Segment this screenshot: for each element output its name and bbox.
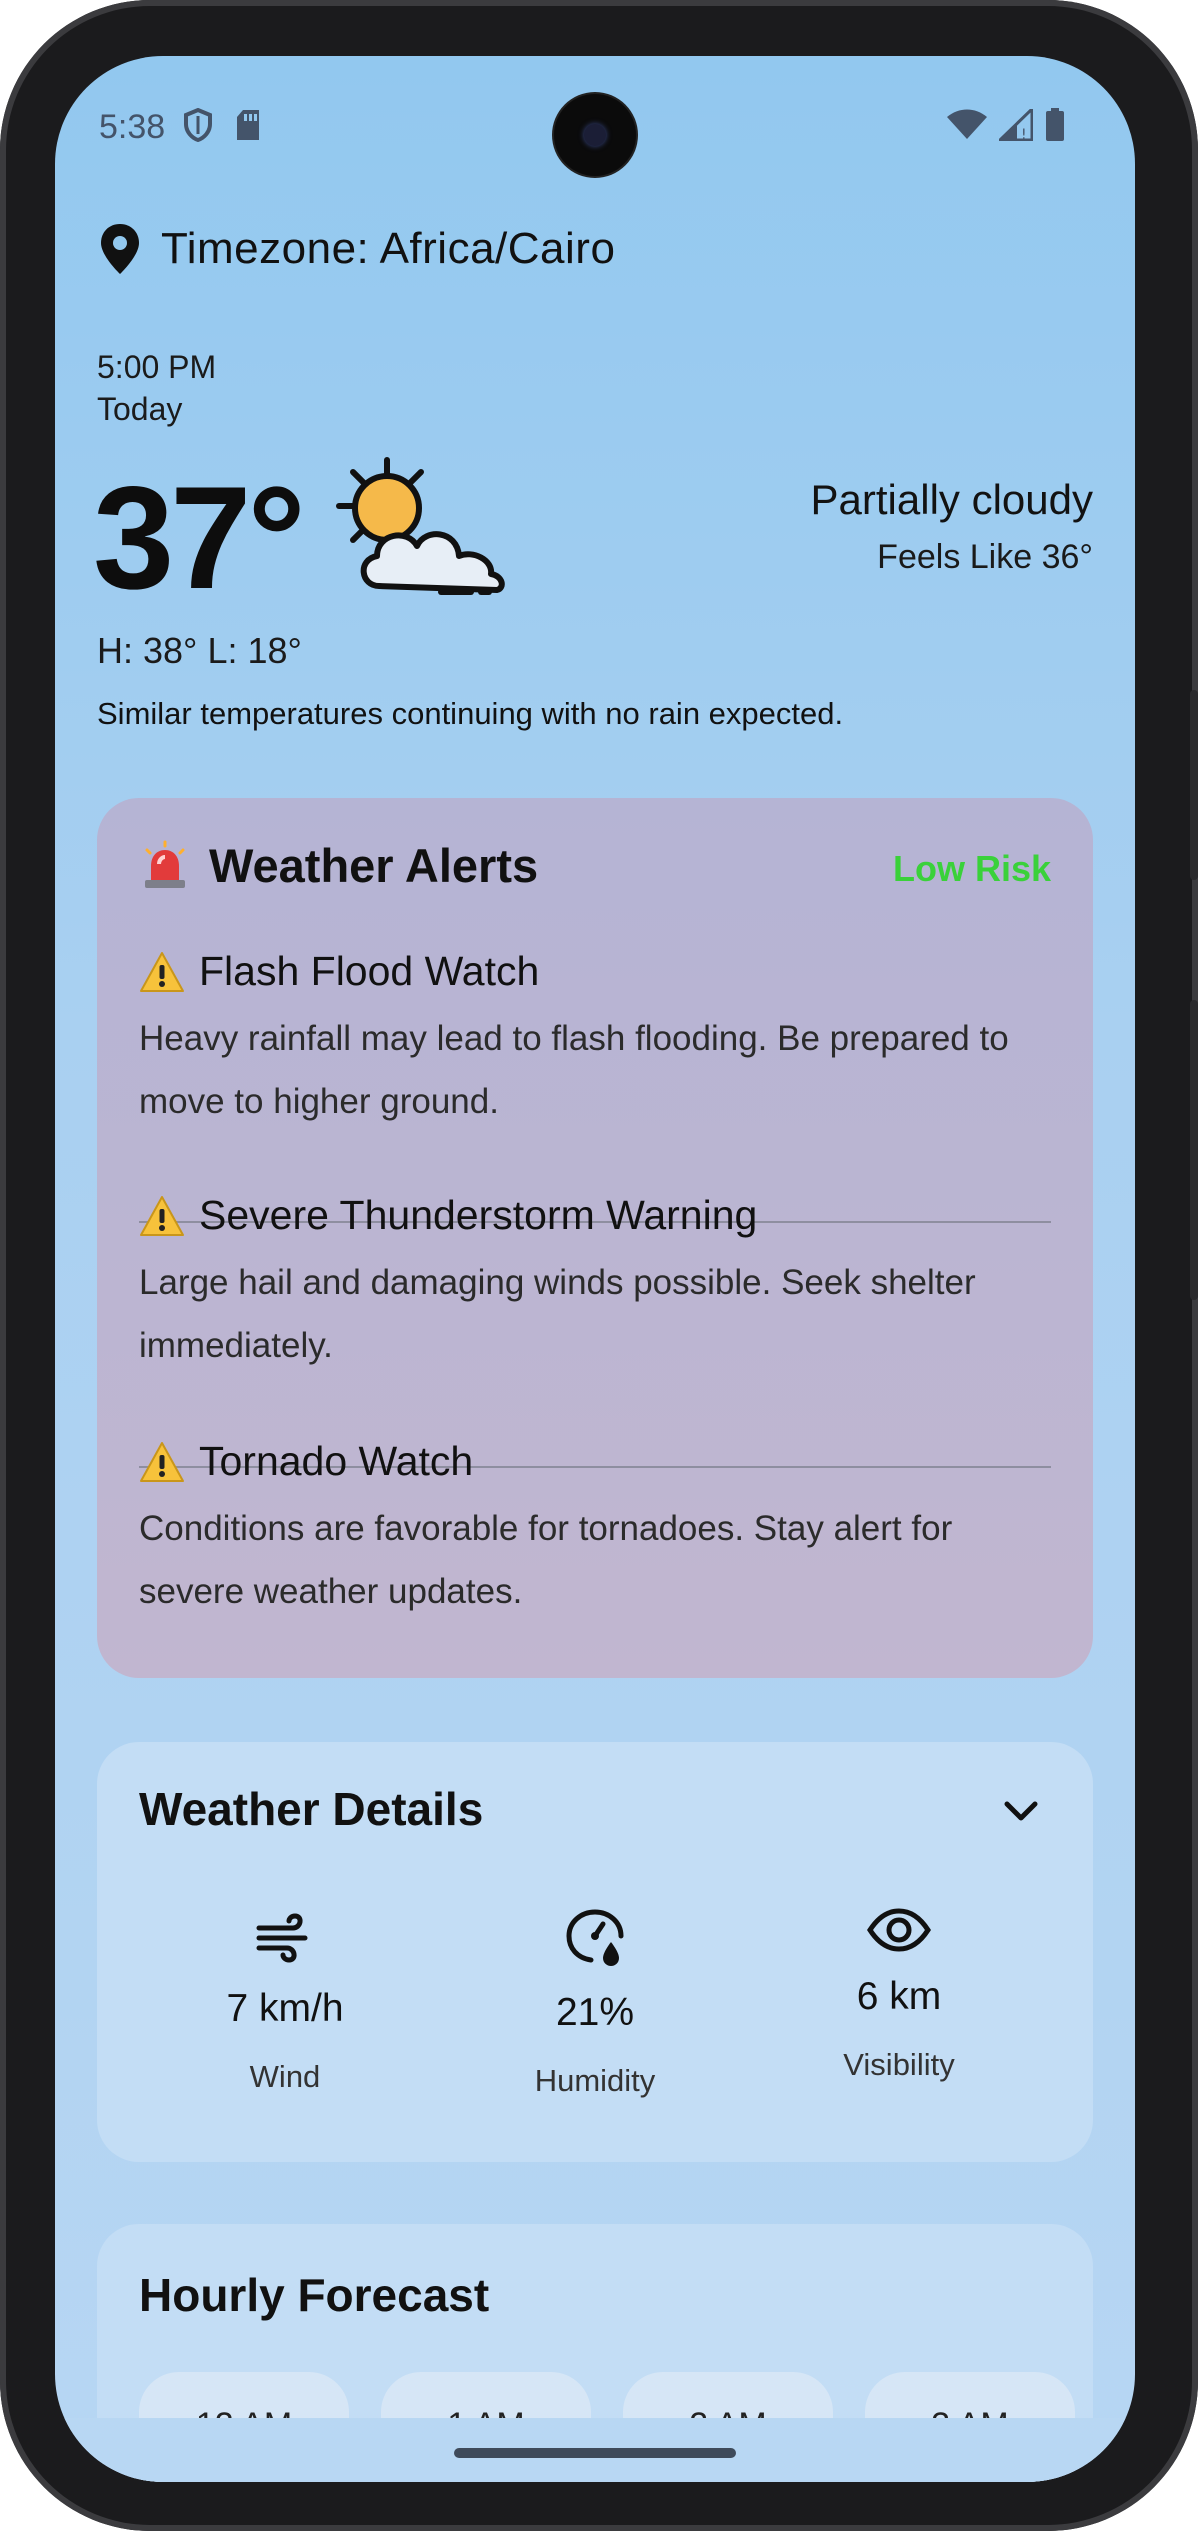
humidity-value: 21% [555, 1991, 635, 2034]
humidity-label: Humidity [534, 2063, 656, 2098]
risk-badge: Low Risk [892, 848, 1051, 889]
alert-title: Tornado Watch [199, 1438, 474, 1484]
alert-item[interactable]: Severe Thunderstorm Warning Large hail a… [139, 1192, 1051, 1377]
hourly-title: Hourly Forecast [139, 2269, 490, 2321]
chevron-down-icon[interactable] [1001, 1798, 1041, 1826]
alert-title: Severe Thunderstorm Warning [199, 1192, 758, 1238]
warning-icon [140, 1195, 184, 1236]
location-pin-icon [101, 224, 139, 274]
wind-value: 7 km/h [226, 1987, 344, 2030]
siren-icon [145, 840, 185, 888]
partly-cloudy-icon [336, 457, 505, 595]
warning-icon [140, 1441, 184, 1482]
alert-description: Heavy rainfall may lead to flash floodin… [139, 1019, 1009, 1121]
front-camera [554, 94, 636, 176]
current-temperature: 37° [93, 456, 306, 619]
svg-text:!: ! [1021, 127, 1027, 141]
power-button [1190, 690, 1198, 880]
wifi-icon [947, 109, 987, 139]
warning-icon [140, 951, 184, 992]
feels-like: Feels Like 36° [877, 538, 1093, 576]
location-row[interactable]: Timezone: Africa/Cairo [97, 222, 615, 276]
high-low: H: 38° L: 18° [97, 630, 302, 671]
phone-frame: 5:38 ! Timezone: Africa/Cairo 5:00 PM To… [0, 0, 1198, 2531]
metric-wind: 7 km/h Wind [135, 1908, 435, 2095]
battery-icon [1046, 108, 1064, 141]
screen: 5:38 ! Timezone: Africa/Cairo 5:00 PM To… [55, 56, 1135, 2482]
wind-label: Wind [249, 2059, 321, 2094]
weather-details-card[interactable]: Weather Details 7 km/h Wind 21% Humidity… [97, 1742, 1093, 2162]
current-day: Today [97, 391, 183, 427]
sd-card-icon [237, 110, 259, 140]
signal-icon: ! [999, 109, 1033, 141]
alert-description: Large hail and damaging winds possible. … [139, 1263, 976, 1365]
wind-icon [256, 1913, 308, 1963]
alert-title: Flash Flood Watch [199, 948, 540, 994]
alert-item[interactable]: Flash Flood Watch Heavy rainfall may lea… [139, 948, 1051, 1133]
condition-block: Partially cloudy Feels Like 36° [811, 476, 1093, 577]
shield-icon [184, 108, 212, 142]
eye-icon [867, 1908, 931, 1952]
current-time-block: 5:00 PM Today [97, 346, 216, 430]
condition-text: Partially cloudy [810, 476, 1093, 523]
weather-alerts-card: Weather Alerts Low Risk Flash Flood Watc… [97, 798, 1093, 1678]
metric-visibility: 6 km Visibility [749, 1908, 1049, 2083]
alerts-title: Weather Alerts [209, 839, 539, 892]
home-gesture-handle[interactable] [454, 2448, 736, 2458]
status-time: 5:38 [99, 108, 166, 146]
visibility-label: Visibility [843, 2047, 955, 2082]
visibility-value: 6 km [856, 1975, 942, 2018]
forecast-summary: Similar temperatures continuing with no … [97, 696, 844, 731]
alert-item[interactable]: Tornado Watch Conditions are favorable f… [139, 1438, 1051, 1623]
details-title: Weather Details [139, 1783, 484, 1835]
volume-button [1190, 1000, 1198, 1300]
timezone-label: Timezone: Africa/Cairo [161, 224, 616, 273]
humidity-icon [566, 1909, 624, 1966]
metric-humidity: 21% Humidity [445, 1908, 745, 2099]
current-time: 5:00 PM [97, 349, 217, 385]
alert-description: Conditions are favorable for tornadoes. … [139, 1509, 953, 1611]
